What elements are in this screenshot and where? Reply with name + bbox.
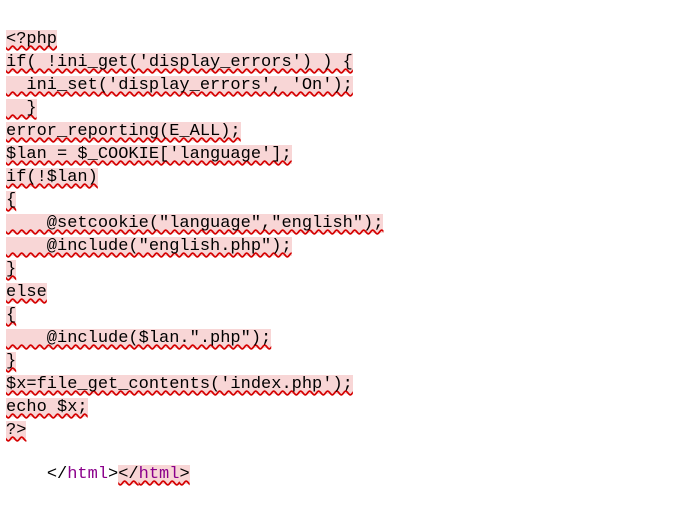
code-text: } xyxy=(6,352,17,371)
code-text: if(!$lan) xyxy=(6,168,98,187)
code-text: echo $x; xyxy=(6,398,88,417)
code-text: @include($lan.".php"); xyxy=(6,329,272,348)
code-line: if(!$lan) xyxy=(6,167,98,188)
closing-tag-name: html xyxy=(67,465,109,484)
highlighted-closing-tag: </html> xyxy=(118,465,190,484)
code-text: if( !ini_get('display_errors') ) { xyxy=(6,53,353,72)
code-text: } xyxy=(6,260,17,279)
code-line: echo $x; xyxy=(6,397,88,418)
code-line: ini_set('display_errors', 'On'); xyxy=(6,75,353,96)
code-line: if( !ini_get('display_errors') ) { xyxy=(6,52,353,73)
code-line: ?> xyxy=(6,420,27,441)
closing-tag-close-bracket: > xyxy=(108,465,119,484)
closing-tag-open-bracket: </ xyxy=(46,465,68,484)
code-text: $x=file_get_contents('index.php'); xyxy=(6,375,353,394)
code-text: error_reporting(E_ALL); xyxy=(6,122,241,141)
closing-html-line: </html></html> xyxy=(6,443,190,484)
code-text: ini_set('display_errors', 'On'); xyxy=(6,76,353,95)
code-line: { xyxy=(6,305,17,326)
code-text: { xyxy=(6,306,17,325)
code-text: { xyxy=(6,191,17,210)
code-line: else xyxy=(6,282,47,303)
code-line: @setcookie("language","english"); xyxy=(6,213,384,234)
code-text: else xyxy=(6,283,47,302)
code-text: ?> xyxy=(6,421,27,440)
hl-tag-close-bracket: > xyxy=(179,465,190,484)
code-editor[interactable]: <?php if( !ini_get('display_errors') ) {… xyxy=(0,0,685,486)
hl-tag-open-bracket: </ xyxy=(118,465,139,484)
code-text: @include("english.php"); xyxy=(6,237,292,256)
code-line: @include($lan.".php"); xyxy=(6,328,272,349)
code-line: } xyxy=(6,98,37,119)
code-line: $lan = $_COOKIE['language']; xyxy=(6,144,292,165)
code-line: { xyxy=(6,190,17,211)
code-line: error_reporting(E_ALL); xyxy=(6,121,241,142)
code-line: <?php xyxy=(6,29,58,50)
code-line: } xyxy=(6,259,17,280)
code-line: } xyxy=(6,351,17,372)
hl-tag-name: html xyxy=(138,465,180,484)
code-text: @setcookie("language","english"); xyxy=(6,214,384,233)
code-line: $x=file_get_contents('index.php'); xyxy=(6,374,353,395)
code-text: } xyxy=(6,99,37,118)
top-partial-line xyxy=(6,0,47,12)
code-text: $lan = $_COOKIE['language']; xyxy=(6,145,292,164)
code-text: <?php xyxy=(6,30,58,49)
code-line: @include("english.php"); xyxy=(6,236,292,257)
